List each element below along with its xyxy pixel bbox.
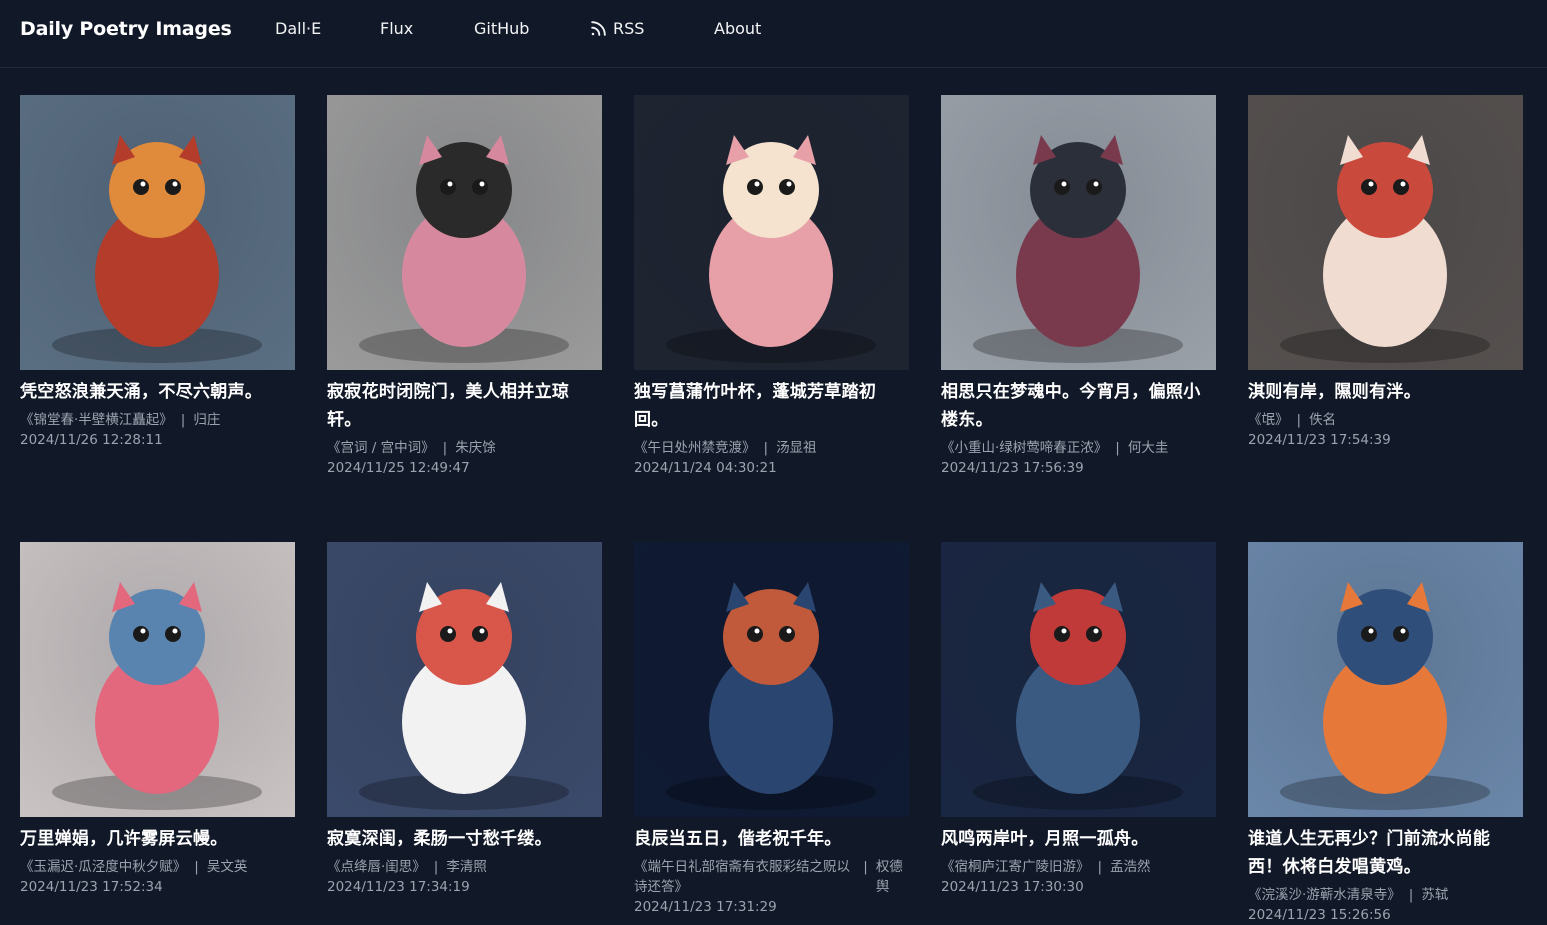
- poem-image[interactable]: [20, 95, 295, 370]
- meta-separator: |: [1097, 859, 1103, 875]
- poem-line[interactable]: 凭空怒浪兼天涌，不尽六朝声。: [20, 378, 295, 406]
- poem-date: 2024/11/23 17:54:39: [1248, 432, 1391, 448]
- nav-link-rss[interactable]: RSS: [589, 19, 644, 38]
- poem-line[interactable]: 谁道人生无再少？门前流水尚能西！休将白发唱黄鸡。: [1248, 825, 1523, 881]
- poem-card[interactable]: 寂寂花时闭院门，美人相并立琼轩。《宫词 / 宫中词》 | 朱庆馀 2024/11/25…: [327, 95, 602, 478]
- poem-author: 何大圭: [1127, 440, 1169, 456]
- meta-separator: |: [180, 412, 186, 428]
- poem-date: 2024/11/25 12:49:47: [327, 460, 470, 476]
- poem-card[interactable]: 谁道人生无再少？门前流水尚能西！休将白发唱黄鸡。《浣溪沙·游蕲水清泉寺》 | 苏轼 2…: [1248, 542, 1523, 925]
- poem-line[interactable]: 淇则有岸，隰则有泮。: [1248, 378, 1523, 406]
- poem-card[interactable]: 良辰当五日，偕老祝千年。《端午日礼部宿斋有衣服彩结之贶以诗还答》 | 权德舆 2024…: [634, 542, 909, 917]
- poem-meta: 《锦堂春·半壁横江矗起》 | 归庄: [20, 410, 295, 430]
- poem-source: 《浣溪沙·游蕲水清泉寺》: [1248, 887, 1401, 903]
- poem-line[interactable]: 万里婵娟，几许雾屏云幔。: [20, 825, 295, 853]
- poem-image[interactable]: [941, 542, 1216, 817]
- poem-author: 归庄: [193, 412, 221, 428]
- poem-meta: 《玉漏迟·瓜泾度中秋夕赋》 | 吴文英: [20, 857, 295, 877]
- poem-card[interactable]: 相思只在梦魂中。今宵月，偏照小楼东。《小重山·绿树莺啼春正浓》 | 何大圭 2024/…: [941, 95, 1216, 478]
- top-navigation-bar: Daily Poetry Images Dall·E Flux GitHub R…: [0, 0, 1547, 68]
- meta-separator: |: [1115, 440, 1120, 456]
- nav-link-rss-label: RSS: [613, 19, 645, 38]
- poem-author: 苏轼: [1421, 887, 1449, 903]
- poem-meta: 《宫词 / 宫中词》 | 朱庆馀: [327, 438, 602, 458]
- meta-separator: |: [194, 859, 199, 875]
- meta-separator: |: [863, 859, 868, 875]
- poem-line[interactable]: 相思只在梦魂中。今宵月，偏照小楼东。: [941, 378, 1216, 434]
- site-title-link[interactable]: Daily Poetry Images: [20, 18, 232, 40]
- poem-source: 《午日处州禁竞渡》: [634, 440, 756, 456]
- nav-link-dalle[interactable]: Dall·E: [275, 19, 321, 38]
- poem-card[interactable]: 独写菖蒲竹叶杯，蓬城芳草踏初回。《午日处州禁竞渡》 | 汤显祖 2024/11/24 …: [634, 95, 909, 478]
- poem-date: 2024/11/23 17:56:39: [941, 460, 1084, 476]
- poem-source: 《小重山·绿树莺啼春正浓》: [941, 440, 1108, 456]
- poem-image[interactable]: [1248, 542, 1523, 817]
- poem-source: 《氓》: [1248, 412, 1289, 428]
- poem-meta: 《宿桐庐江寄广陵旧游》 | 孟浩然: [941, 857, 1216, 877]
- poem-source: 《端午日礼部宿斋有衣服彩结之贶以诗还答》: [634, 859, 850, 895]
- meta-separator: |: [1408, 887, 1414, 903]
- poem-image[interactable]: [327, 542, 602, 817]
- poem-meta: 《氓》 | 佚名: [1248, 410, 1523, 430]
- poem-date: 2024/11/26 12:28:11: [20, 432, 163, 448]
- poem-meta: 《小重山·绿树莺啼春正浓》 | 何大圭: [941, 438, 1216, 458]
- poem-image[interactable]: [634, 95, 909, 370]
- poem-source: 《点绛唇·闺思》: [327, 859, 426, 875]
- poem-author: 李清照: [446, 859, 487, 875]
- poem-author: 佚名: [1309, 412, 1337, 428]
- poem-image[interactable]: [1248, 95, 1523, 370]
- poem-image[interactable]: [941, 95, 1216, 370]
- poem-author: 吴文英: [206, 859, 248, 875]
- poem-card[interactable]: 淇则有岸，隰则有泮。《氓》 | 佚名 2024/11/23 17:54:39: [1248, 95, 1523, 450]
- poem-date: 2024/11/23 17:31:29: [634, 899, 777, 915]
- poem-date: 2024/11/24 04:30:21: [634, 460, 777, 476]
- poem-date: 2024/11/23 17:34:19: [327, 879, 470, 895]
- nav-link-about[interactable]: About: [714, 19, 761, 38]
- poem-author: 汤显祖: [776, 440, 817, 456]
- poem-line[interactable]: 独写菖蒲竹叶杯，蓬城芳草踏初回。: [634, 378, 909, 434]
- poem-line[interactable]: 良辰当五日，偕老祝千年。: [634, 825, 909, 853]
- poem-image[interactable]: [20, 542, 295, 817]
- poem-meta: 《点绛唇·闺思》 | 李清照: [327, 857, 602, 877]
- meta-separator: |: [1296, 412, 1302, 428]
- nav-link-github[interactable]: GitHub: [474, 19, 529, 38]
- poem-card[interactable]: 寂寞深闺，柔肠一寸愁千缕。《点绛唇·闺思》 | 李清照 2024/11/23 17:3…: [327, 542, 602, 897]
- poem-date: 2024/11/23 17:30:30: [941, 879, 1084, 895]
- poem-line[interactable]: 寂寞深闺，柔肠一寸愁千缕。: [327, 825, 602, 853]
- poem-line[interactable]: 风鸣两岸叶，月照一孤舟。: [941, 825, 1216, 853]
- poem-date: 2024/11/23 17:52:34: [20, 879, 163, 895]
- meta-separator: |: [433, 859, 439, 875]
- poem-author: 孟浩然: [1110, 859, 1151, 875]
- rss-icon: [591, 21, 606, 36]
- meta-separator: |: [763, 440, 769, 456]
- poem-meta: 《午日处州禁竞渡》 | 汤显祖: [634, 438, 909, 458]
- poem-card[interactable]: 凭空怒浪兼天涌，不尽六朝声。《锦堂春·半壁横江矗起》 | 归庄 2024/11/26 …: [20, 95, 295, 450]
- poem-image[interactable]: [634, 542, 909, 817]
- poem-date: 2024/11/23 15:26:56: [1248, 907, 1391, 923]
- poem-author: 朱庆馀: [455, 440, 496, 456]
- poem-card[interactable]: 万里婵娟，几许雾屏云幔。《玉漏迟·瓜泾度中秋夕赋》 | 吴文英 2024/11/23 …: [20, 542, 295, 897]
- meta-separator: |: [442, 440, 448, 456]
- poem-meta: 《端午日礼部宿斋有衣服彩结之贶以诗还答》 | 权德舆: [634, 857, 909, 897]
- nav-link-flux[interactable]: Flux: [380, 19, 413, 38]
- poem-line[interactable]: 寂寂花时闭院门，美人相并立琼轩。: [327, 378, 602, 434]
- poem-meta: 《浣溪沙·游蕲水清泉寺》 | 苏轼: [1248, 885, 1523, 905]
- poem-source: 《宫词 / 宫中词》: [327, 440, 435, 456]
- poem-source: 《锦堂春·半壁横江矗起》: [20, 412, 173, 428]
- poem-card[interactable]: 风鸣两岸叶，月照一孤舟。《宿桐庐江寄广陵旧游》 | 孟浩然 2024/11/23 17…: [941, 542, 1216, 897]
- poem-source: 《宿桐庐江寄广陵旧游》: [941, 859, 1090, 875]
- poem-source: 《玉漏迟·瓜泾度中秋夕赋》: [20, 859, 187, 875]
- poem-author: 权德舆: [875, 859, 903, 895]
- poem-image[interactable]: [327, 95, 602, 370]
